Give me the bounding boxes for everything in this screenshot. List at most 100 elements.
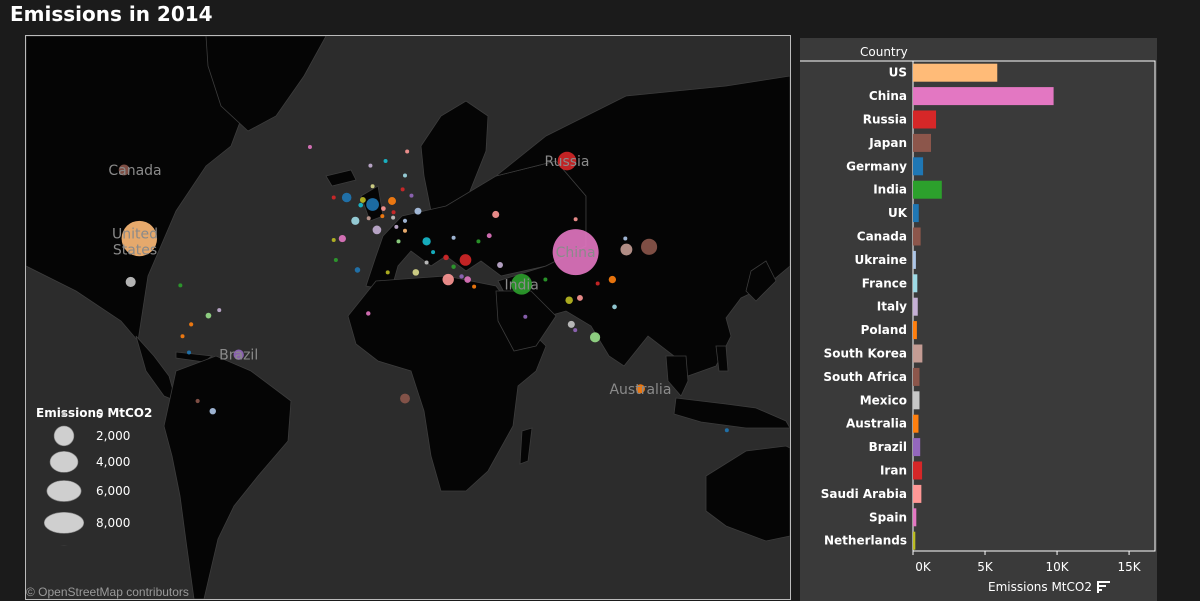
bar-us[interactable] bbox=[913, 63, 998, 82]
bar-saudi-arabia[interactable] bbox=[913, 484, 922, 503]
bar-south-korea[interactable] bbox=[913, 344, 923, 363]
bubble-estonia[interactable] bbox=[403, 173, 407, 178]
bubble-italy[interactable] bbox=[372, 225, 382, 235]
bubble-israel[interactable] bbox=[424, 260, 429, 265]
bubble-syria[interactable] bbox=[431, 250, 436, 255]
bar-label-uk[interactable]: UK bbox=[888, 206, 908, 220]
bubble-ukraine[interactable] bbox=[414, 207, 422, 215]
bubble-new-zealand[interactable] bbox=[724, 428, 729, 433]
bar-label-brazil[interactable]: Brazil bbox=[869, 440, 907, 454]
bubble-iraq[interactable] bbox=[443, 254, 449, 261]
bubble-portugal[interactable] bbox=[331, 237, 336, 242]
bar-iran[interactable] bbox=[913, 461, 923, 480]
bubble-netherlands[interactable] bbox=[359, 197, 366, 203]
bubble-south-africa[interactable] bbox=[400, 393, 410, 404]
bubble-oman[interactable] bbox=[472, 284, 477, 289]
bubble-venezuela[interactable] bbox=[205, 312, 212, 319]
bubble-peru[interactable] bbox=[187, 350, 191, 355]
bar-china[interactable] bbox=[913, 87, 1054, 106]
bar-label-india[interactable]: India bbox=[873, 183, 907, 197]
bubble-japan[interactable] bbox=[641, 238, 658, 255]
bubble-denmark[interactable] bbox=[370, 184, 375, 189]
bar-label-japan[interactable]: Japan bbox=[868, 136, 907, 150]
bar-india[interactable] bbox=[913, 180, 942, 199]
bar-label-ukraine[interactable]: Ukraine bbox=[854, 253, 907, 267]
bubble-belarus[interactable] bbox=[409, 193, 414, 198]
bubble-serbia[interactable] bbox=[394, 224, 399, 229]
bubble-malaysia[interactable] bbox=[567, 320, 575, 328]
bubble-uk[interactable] bbox=[341, 192, 352, 203]
bar-label-italy[interactable]: Italy bbox=[877, 300, 907, 314]
bubble-hong-kong[interactable] bbox=[595, 281, 600, 286]
bubble-trinidad-and-tobago[interactable] bbox=[217, 308, 222, 313]
bar-ukraine[interactable] bbox=[913, 250, 916, 269]
bubble-france[interactable] bbox=[351, 216, 360, 225]
bar-canada[interactable] bbox=[913, 227, 921, 246]
sort-icon[interactable] bbox=[1097, 581, 1110, 593]
bar-label-russia[interactable]: Russia bbox=[863, 113, 907, 127]
bubble-philippines[interactable] bbox=[612, 304, 617, 310]
bar-uk[interactable] bbox=[913, 204, 919, 223]
bubble-mongolia[interactable] bbox=[573, 217, 578, 222]
bubble-turkey[interactable] bbox=[422, 237, 431, 246]
bar-france[interactable] bbox=[913, 274, 918, 293]
bubble-ecuador[interactable] bbox=[180, 334, 185, 339]
bubble-taiwan[interactable] bbox=[608, 275, 617, 284]
bar-label-us[interactable]: US bbox=[889, 66, 907, 80]
bar-spain[interactable] bbox=[913, 508, 917, 527]
bar-russia[interactable] bbox=[913, 110, 937, 129]
bubble-sri-lanka[interactable] bbox=[523, 314, 528, 319]
bar-label-saudi-arabia[interactable]: Saudi Arabia bbox=[821, 487, 907, 501]
bubble-norway[interactable] bbox=[368, 163, 373, 168]
emissions-map[interactable]: Canada United States Russia China India Brazil… bbox=[25, 35, 791, 600]
bar-label-canada[interactable]: Canada bbox=[857, 230, 907, 244]
bubble-azerbaijan[interactable] bbox=[451, 235, 456, 240]
bubble-saudi-arabia[interactable] bbox=[442, 273, 454, 286]
bubble-singapore[interactable] bbox=[573, 328, 578, 333]
bubble-finland[interactable] bbox=[405, 149, 410, 154]
map-attribution[interactable]: © OpenStreetMap contributors bbox=[26, 585, 189, 599]
bar-label-south-africa[interactable]: South Africa bbox=[823, 370, 907, 384]
bar-label-mexico[interactable]: Mexico bbox=[860, 393, 907, 407]
bar-brazil[interactable] bbox=[913, 438, 921, 457]
bubble-switzerland[interactable] bbox=[366, 216, 371, 221]
bubble-chile[interactable] bbox=[195, 398, 200, 404]
bubble-hungary[interactable] bbox=[391, 215, 396, 220]
bubble-czech-republic[interactable] bbox=[381, 206, 386, 211]
bubble-qatar[interactable] bbox=[459, 274, 464, 279]
bubble-austria[interactable] bbox=[380, 214, 385, 219]
bubble-south-korea[interactable] bbox=[620, 243, 633, 256]
bar-label-germany[interactable]: Germany bbox=[846, 159, 907, 173]
bar-netherlands[interactable] bbox=[913, 531, 916, 550]
bubble-turkmenistan[interactable] bbox=[476, 239, 481, 244]
bubble-north-korea[interactable] bbox=[623, 236, 628, 241]
bar-mexico[interactable] bbox=[913, 391, 920, 410]
bar-label-australia[interactable]: Australia bbox=[846, 417, 907, 431]
bubble-uzbekistan[interactable] bbox=[486, 233, 492, 239]
bubble-indonesia[interactable] bbox=[589, 332, 601, 343]
bubble-colombia[interactable] bbox=[189, 322, 194, 327]
bar-poland[interactable] bbox=[913, 321, 917, 340]
bar-label-iran[interactable]: Iran bbox=[880, 464, 907, 478]
bubble-algeria[interactable] bbox=[354, 267, 361, 273]
bar-label-south-korea[interactable]: South Korea bbox=[824, 347, 907, 361]
bubble-spain[interactable] bbox=[338, 234, 346, 243]
bubble-libya[interactable] bbox=[385, 270, 390, 275]
bar-japan[interactable] bbox=[913, 133, 932, 152]
bubble-slovakia[interactable] bbox=[391, 210, 396, 215]
bubble-lithuania[interactable] bbox=[400, 187, 405, 192]
bar-label-china[interactable]: China bbox=[869, 89, 907, 103]
bar-italy[interactable] bbox=[913, 297, 918, 316]
bubble-argentina[interactable] bbox=[209, 407, 216, 415]
bar-germany[interactable] bbox=[913, 157, 924, 176]
bar-label-netherlands[interactable]: Netherlands bbox=[824, 534, 907, 548]
bar-label-spain[interactable]: Spain bbox=[869, 510, 907, 524]
bubble-nigeria[interactable] bbox=[366, 311, 371, 316]
bubble-vietnam[interactable] bbox=[577, 295, 583, 301]
bubble-mexico[interactable] bbox=[125, 276, 136, 287]
bubble-greece[interactable] bbox=[396, 239, 401, 244]
bubble-uae[interactable] bbox=[464, 276, 471, 283]
bar-australia[interactable] bbox=[913, 414, 919, 433]
bubble-bangladesh[interactable] bbox=[543, 277, 548, 282]
bubble-egypt[interactable] bbox=[412, 269, 420, 276]
